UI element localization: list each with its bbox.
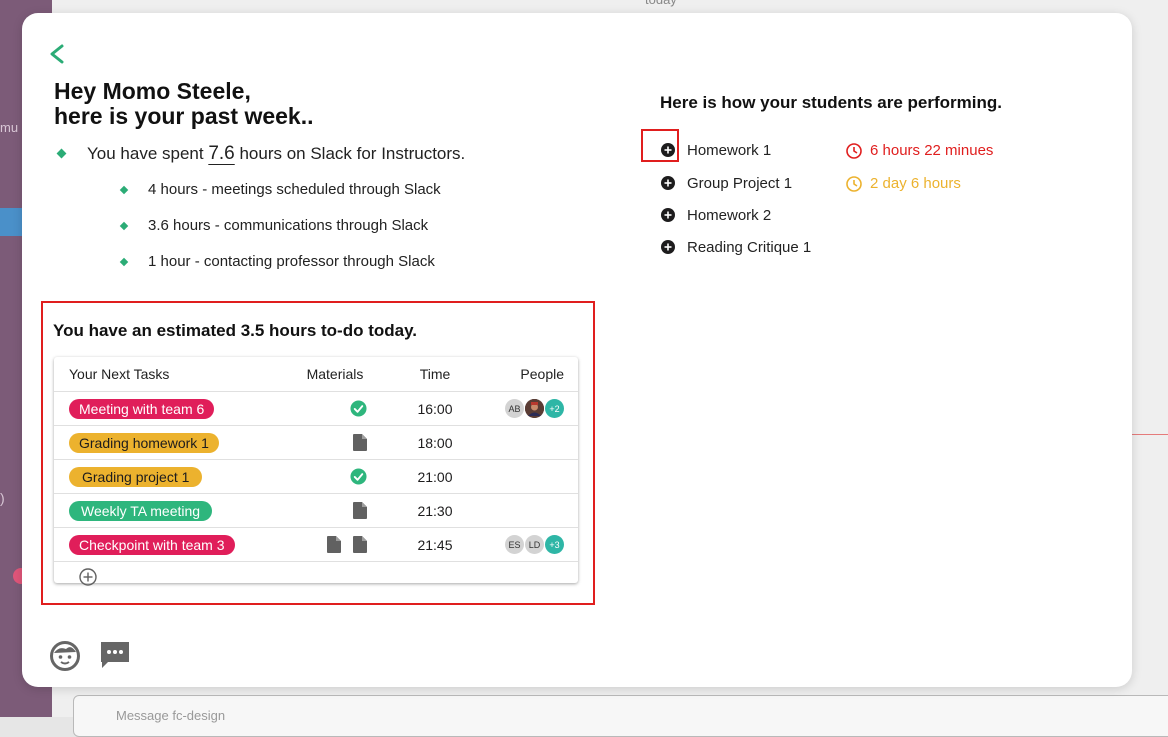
total-hours-prefix: You have spent <box>87 144 209 163</box>
avatar-photo <box>525 399 544 419</box>
bullet-diamond-icon <box>119 257 129 267</box>
document-icon[interactable] <box>353 434 367 452</box>
total-hours-value: 7.6 <box>208 143 235 164</box>
face-icon[interactable] <box>49 640 81 672</box>
bullet-diamond-icon <box>56 148 67 159</box>
people-avatars[interactable]: AB +2 <box>504 399 564 419</box>
task-tag[interactable]: Meeting with team 6 <box>69 398 215 419</box>
tasks-table-card: Your Next Tasks Materials Time People Me… <box>54 357 578 586</box>
avatar-overflow-count: +3 <box>545 535 564 555</box>
clock-icon <box>846 142 862 159</box>
background-sidebar-text: mu <box>0 120 19 135</box>
check-icon[interactable] <box>350 468 367 485</box>
background-paren: ) <box>0 490 5 506</box>
weekly-summary-modal: Hey Momo Steele, here is your past week.… <box>22 13 1132 687</box>
table-row[interactable]: Weekly TA meeting 21:30 <box>54 493 578 528</box>
background-new-divider <box>1130 434 1168 435</box>
breakdown-text: 4 hours - meetings scheduled through Sla… <box>148 181 441 198</box>
expand-plus-icon[interactable] <box>661 208 675 222</box>
expand-plus-icon[interactable] <box>661 176 675 190</box>
task-time: 18:00 <box>389 425 481 460</box>
table-row[interactable]: Meeting with team 6 16:00 AB +2 <box>54 391 578 426</box>
assignment-name: Reading Critique 1 <box>687 239 812 256</box>
column-header-task: Your Next Tasks <box>69 366 170 382</box>
back-button[interactable] <box>46 41 68 67</box>
add-task-row <box>54 561 578 592</box>
message-placeholder: Message fc-design <box>116 708 226 723</box>
avatar: AB <box>505 399 524 419</box>
avatar: ES <box>505 535 524 555</box>
greeting-line-1: Hey Momo Steele, <box>54 78 251 104</box>
table-row[interactable]: Grading project 1 21:00 <box>54 459 578 494</box>
task-time: 16:00 <box>389 391 481 426</box>
background-selected-channel <box>0 208 22 236</box>
document-icon[interactable] <box>353 536 367 554</box>
assignment-name: Group Project 1 <box>687 175 793 192</box>
todo-title: You have an estimated 3.5 hours to-do to… <box>53 321 417 340</box>
people-avatars[interactable]: ES LD +3 <box>504 535 564 555</box>
bullet-diamond-icon <box>119 185 129 195</box>
expand-plus-icon[interactable] <box>661 143 675 157</box>
message-input[interactable]: Message fc-design <box>73 695 1168 737</box>
table-row[interactable]: Checkpoint with team 3 21:45 ES LD +3 <box>54 527 578 561</box>
expand-plus-icon[interactable] <box>661 240 675 254</box>
todo-section: You have an estimated 3.5 hours to-do to… <box>41 301 595 605</box>
avatar-overflow-count: +2 <box>545 399 564 419</box>
document-icon[interactable] <box>327 536 342 554</box>
breakdown-item: 4 hours - meetings scheduled through Sla… <box>119 181 441 198</box>
due-time: 2 day 6 hours <box>870 175 961 192</box>
task-tag[interactable]: Grading project 1 <box>69 466 203 487</box>
breakdown-item: 1 hour - contacting professor through Sl… <box>119 253 435 270</box>
total-hours-suffix: hours on Slack for Instructors. <box>234 144 466 163</box>
greeting-heading: Hey Momo Steele, here is your past week.… <box>54 79 314 129</box>
greeting-line-2: here is your past week.. <box>54 103 314 129</box>
breakdown-text: 3.6 hours - communications through Slack <box>148 217 429 234</box>
tasks-table: Your Next Tasks Materials Time People Me… <box>54 357 578 561</box>
background-top-text: today <box>645 0 677 7</box>
chevron-left-icon <box>50 44 64 64</box>
chat-icon[interactable] <box>99 640 131 670</box>
document-icon[interactable] <box>353 502 367 520</box>
column-header-materials: Materials <box>306 366 364 382</box>
task-time: 21:00 <box>389 459 481 494</box>
avatar: LD <box>525 535 544 555</box>
task-time: 21:30 <box>389 493 481 528</box>
breakdown-item: 3.6 hours - communications through Slack <box>119 217 429 234</box>
bullet-diamond-icon <box>119 221 129 231</box>
task-tag[interactable]: Weekly TA meeting <box>69 500 213 521</box>
task-tag[interactable]: Grading homework 1 <box>69 432 219 453</box>
check-icon[interactable] <box>350 400 367 417</box>
column-header-time: Time <box>419 366 451 382</box>
assignment-name: Homework 2 <box>687 207 772 224</box>
clock-icon <box>846 175 862 192</box>
performance-title: Here is how your students are performing… <box>660 93 1002 112</box>
task-tag[interactable]: Checkpoint with team 3 <box>69 534 235 555</box>
table-row[interactable]: Grading homework 1 18:00 <box>54 425 578 460</box>
tasks-table-header: Your Next Tasks Materials Time People <box>54 357 578 392</box>
task-time: 21:45 <box>389 527 481 561</box>
breakdown-text: 1 hour - contacting professor through Sl… <box>148 253 435 270</box>
column-header-people: People <box>520 366 564 382</box>
assignment-name: Homework 1 <box>687 142 772 159</box>
due-time: 6 hours 22 minues <box>870 142 994 159</box>
add-task-plus-icon[interactable] <box>79 568 97 586</box>
